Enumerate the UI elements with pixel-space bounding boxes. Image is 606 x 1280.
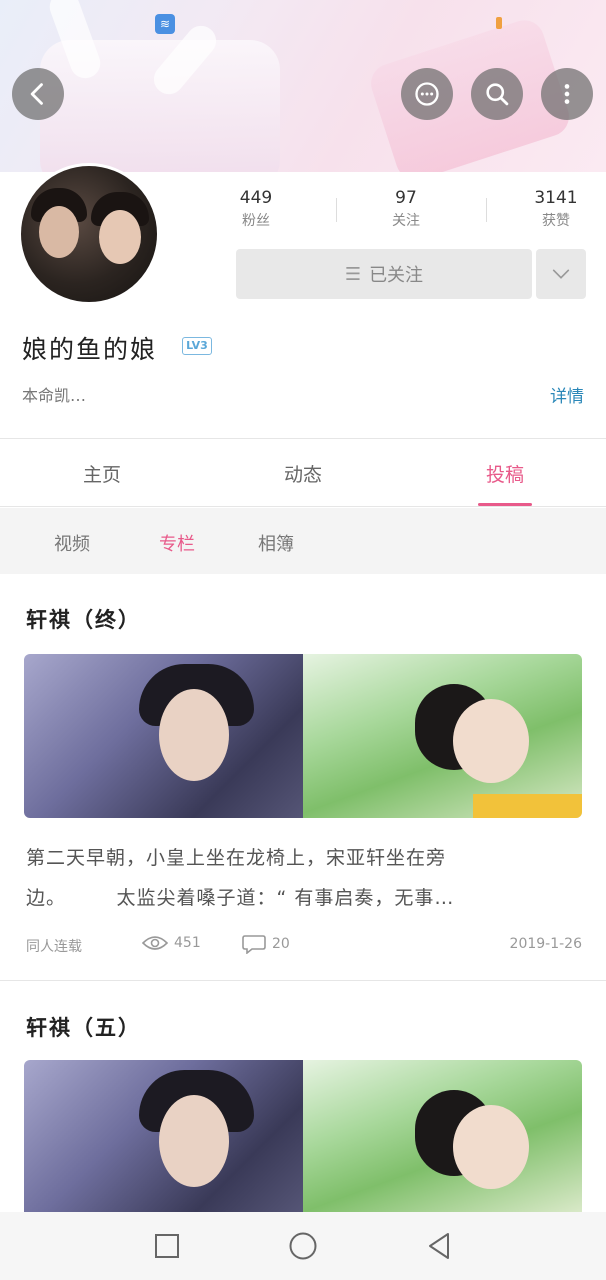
details-link[interactable]: 详情: [550, 382, 584, 407]
photo-detail: [453, 699, 529, 783]
stat-label: 粉丝: [242, 213, 270, 229]
stat-fans[interactable]: 449 粉丝: [186, 186, 326, 232]
photo-detail: [159, 1095, 229, 1187]
triangle-back-icon: [429, 1233, 449, 1259]
article-excerpt[interactable]: 第二天早朝，小皇上坐在龙椅上，宋亚轩坐在旁 边。 太监尖着嗓子道：“ 有事启奏，…: [26, 838, 582, 918]
cover-image-left: [24, 654, 303, 818]
system-navigation-bar: [0, 1212, 606, 1280]
chat-bubble-icon: [415, 82, 439, 106]
back-button[interactable]: [12, 68, 64, 120]
message-button[interactable]: [401, 68, 453, 120]
circle-icon: [289, 1232, 317, 1260]
more-button[interactable]: [541, 68, 593, 120]
stat-value: 3141: [534, 188, 578, 208]
excerpt-line: 第二天早朝，小皇上坐在龙椅上，宋亚轩坐在旁: [26, 847, 447, 869]
battery-icon: [496, 17, 502, 29]
cover-image-right: [303, 654, 582, 818]
following-button[interactable]: ☰ 已关注: [236, 249, 532, 299]
section-divider: [0, 438, 606, 439]
profile-stats: 449 粉丝 97 关注 3141 获赞: [186, 186, 606, 238]
photo-detail: [159, 689, 229, 781]
subtab-videos[interactable]: 视频: [54, 530, 90, 556]
photo-detail: [473, 794, 582, 818]
cover-image-right: [303, 1060, 582, 1212]
more-vertical-icon: [564, 84, 570, 104]
system-back-button[interactable]: [423, 1230, 455, 1262]
article-title[interactable]: 轩祺（终）: [26, 604, 141, 634]
subtab-albums[interactable]: 相簿: [258, 530, 294, 556]
comment-icon: [242, 935, 266, 954]
menu-icon: ☰: [344, 263, 362, 285]
username: 娘的鱼的娘: [22, 335, 158, 364]
recent-apps-button[interactable]: [151, 1230, 183, 1262]
home-button[interactable]: [287, 1230, 319, 1262]
article-title[interactable]: 轩祺（五）: [26, 1012, 141, 1042]
article-category: 同人连载: [26, 939, 82, 955]
tab-home[interactable]: 主页: [42, 460, 162, 487]
article-divider: [0, 980, 606, 981]
stat-label: 获赞: [542, 213, 570, 229]
search-button[interactable]: [471, 68, 523, 120]
tab-activity[interactable]: 动态: [243, 460, 363, 487]
follow-dropdown-button[interactable]: [536, 249, 586, 299]
stat-label: 关注: [392, 213, 420, 229]
chevron-down-icon: [552, 269, 570, 279]
article-cover-image[interactable]: [24, 1060, 582, 1212]
article-comments: 20: [242, 934, 290, 954]
avatar-face: [99, 210, 141, 264]
article-views: 451: [142, 934, 201, 952]
subtab-columns[interactable]: 专栏: [159, 530, 195, 556]
avatar-face: [39, 206, 79, 258]
article-meta: 同人连载 451 20 2019-1-26: [26, 934, 582, 958]
stat-likes[interactable]: 3141 获赞: [486, 186, 606, 232]
eye-icon: [142, 936, 168, 950]
chevron-left-icon: [30, 83, 43, 105]
article-cover-image[interactable]: [24, 654, 582, 818]
stat-value: 449: [239, 188, 273, 208]
excerpt-line: 边。 太监尖着嗓子道：“ 有事启奏，无事…: [26, 887, 455, 909]
subtab-bar: 视频 专栏 相簿: [0, 508, 606, 574]
views-count: 451: [174, 935, 201, 951]
cover-image-left: [24, 1060, 303, 1212]
tab-submissions[interactable]: 投稿: [445, 460, 565, 487]
bio-text: 本命凯…: [22, 386, 87, 405]
square-icon: [155, 1234, 179, 1258]
profile-banner: ≋: [0, 0, 606, 172]
photo-detail: [453, 1105, 529, 1189]
level-badge: LV3: [182, 337, 212, 355]
stat-following[interactable]: 97 关注: [336, 186, 476, 232]
avatar[interactable]: [18, 163, 160, 305]
tabs-divider: [0, 506, 606, 507]
search-icon: [486, 83, 509, 106]
following-label: 已关注: [369, 265, 424, 286]
wifi-icon: ≋: [155, 14, 175, 34]
stat-value: 97: [395, 188, 417, 208]
article-date: 2019-1-26: [509, 936, 582, 952]
comments-count: 20: [272, 936, 290, 952]
